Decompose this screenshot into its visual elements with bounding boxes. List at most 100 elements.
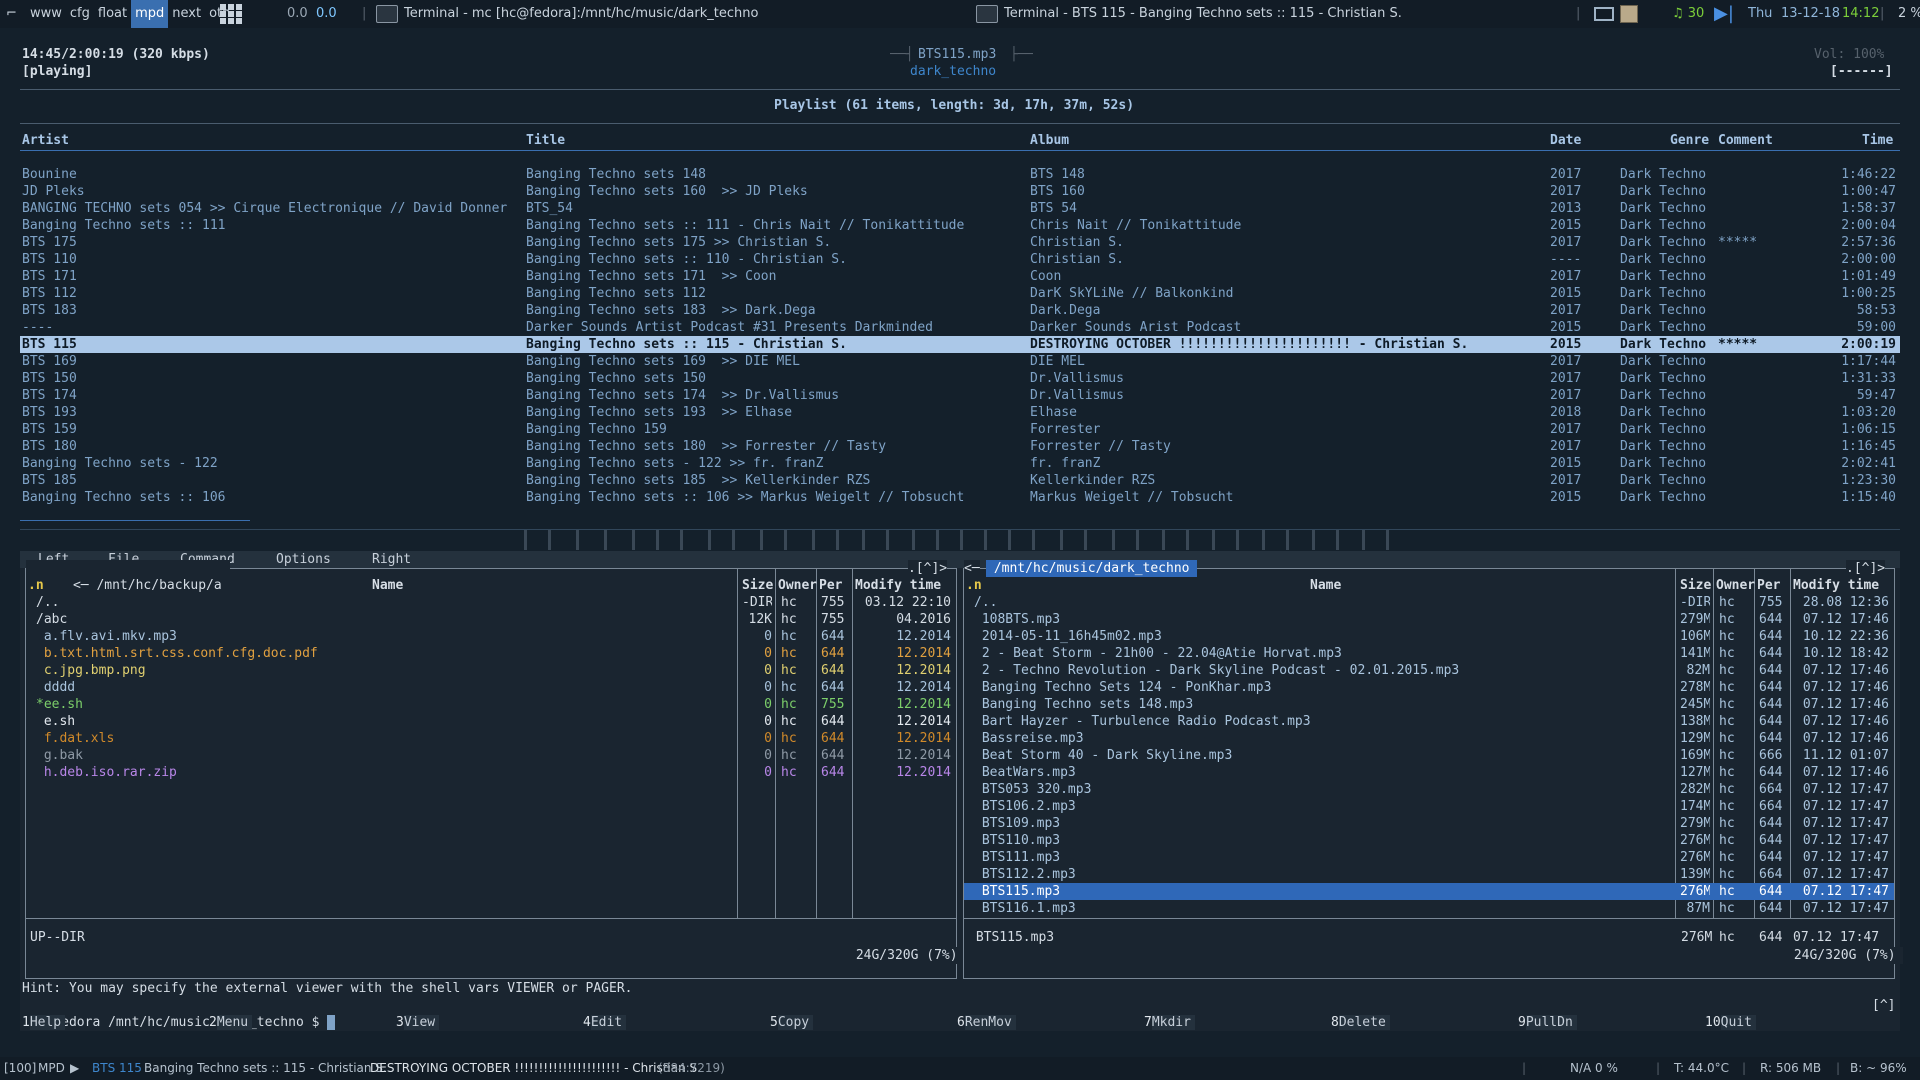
sort-indicator[interactable]: .n	[966, 577, 982, 594]
workspace-www[interactable]: www	[26, 0, 66, 28]
col-date[interactable]: Date	[1550, 132, 1581, 149]
file-row[interactable]: /.. -DIR hc 755 03.12 22:10	[26, 594, 956, 611]
left-panel[interactable]: <─ /mnt/hc/backup/a .[^]> .n Name Size O…	[25, 560, 966, 979]
workspace-next[interactable]: next	[168, 0, 205, 28]
playlist-row[interactable]: Banging Techno sets :: 111 Banging Techno…	[20, 217, 1900, 234]
next-track-icon[interactable]: ▶|	[1714, 0, 1734, 28]
playlist-row[interactable]: Banging Techno sets - 122 Banging Techno …	[20, 455, 1900, 472]
file-row[interactable]: /.. -DIR hc 755 28.08 12:36	[964, 594, 1894, 611]
ncmpcpp-window[interactable]: 14:45/2:00:19 (320 kbps) ──┤ BTS115.mp3 …	[20, 46, 1900, 530]
playlist-row[interactable]: BANGING TECHNO sets 054 >> Cirque Electr…	[20, 200, 1900, 217]
col-size[interactable]: Size	[1680, 577, 1711, 594]
col-artist[interactable]: Artist	[22, 132, 69, 149]
file-row[interactable]: dddd 0 hc 644 12.2014	[26, 679, 956, 696]
col-title[interactable]: Title	[526, 132, 565, 149]
right-panel[interactable]: <─ /mnt/hc/music/dark_techno .[^]> .n Na…	[963, 560, 1904, 979]
file-row[interactable]: BTS115.mp3 276M hc 644 07.12 17:47	[964, 883, 1894, 900]
playlist-row[interactable]: BTS 175 Banging Techno sets 175 >> Christ…	[20, 234, 1900, 251]
file-row[interactable]: Banging Techno sets 148.mp3 245M hc 644 07.1…	[964, 696, 1894, 713]
mc-window[interactable]: LeftFileCommandOptionsRight <─ /mnt/hc/b…	[20, 551, 1904, 1031]
fkey-renmov[interactable]: 6RenMov	[957, 1014, 1016, 1031]
file-row[interactable]: c.jpg.bmp.png 0 hc 644 12.2014	[26, 662, 956, 679]
col-owner[interactable]: Owner	[778, 577, 817, 594]
clipboard-icon[interactable]	[1620, 0, 1638, 28]
fkey-copy[interactable]: 5Copy	[770, 1014, 814, 1031]
col-album[interactable]: Album	[1030, 132, 1069, 149]
playlist-row[interactable]: BTS 171 Banging Techno sets 171 >> Coon Co…	[20, 268, 1900, 285]
col-perm[interactable]: Per	[819, 577, 842, 594]
fkey-help[interactable]: 1Help	[22, 1014, 66, 1031]
right-panel-path[interactable]: /mnt/hc/music/dark_techno	[986, 560, 1198, 577]
mc-menu-right[interactable]: Right	[372, 551, 411, 568]
file-row[interactable]: f.dat.xls 0 hc 644 12.2014	[26, 730, 956, 747]
col-perm[interactable]: Per	[1757, 577, 1780, 594]
sort-indicator[interactable]: .n	[28, 577, 44, 594]
fkey-delete[interactable]: 8Delete	[1331, 1014, 1390, 1031]
file-row[interactable]: /abc 12K hc 755 04.2016	[26, 611, 956, 628]
playlist-row[interactable]: BTS 159 Banging Techno 159 Forrester 2017 Da…	[20, 421, 1900, 438]
file-row[interactable]: 2 - Beat Storm - 21h00 - 22.04@Atie Horv…	[964, 645, 1894, 662]
play-icon[interactable]: ▶	[70, 1057, 79, 1080]
playlist-row[interactable]: BTS 115 Banging Techno sets :: 115 - Chri…	[20, 336, 1900, 353]
file-row[interactable]: BTS116.1.mp3 87M hc 644 07.12 17:47	[964, 900, 1894, 917]
file-row[interactable]: 2 - Techno Revolution - Dark Skyline Pod…	[964, 662, 1894, 679]
file-row[interactable]: BTS111.mp3 276M hc 644 07.12 17:47	[964, 849, 1894, 866]
file-row[interactable]: *ee.sh 0 hc 755 12.2014	[26, 696, 956, 713]
col-name[interactable]: Name	[372, 577, 403, 594]
taskbar-window-ncmpcpp[interactable]: Terminal - BTS 115 - Banging Techno sets…	[976, 0, 1402, 28]
file-row[interactable]: Bassreise.mp3 129M hc 644 07.12 17:46	[964, 730, 1894, 747]
col-comment[interactable]: Comment	[1718, 132, 1773, 149]
playlist-row[interactable]: BTS 150 Banging Techno sets 150 Dr.Vallism…	[20, 370, 1900, 387]
network-icon[interactable]	[1594, 0, 1614, 28]
playlist-row[interactable]: BTS 169 Banging Techno sets 169 >> DIE ME…	[20, 353, 1900, 370]
playlist-row[interactable]: BTS 174 Banging Techno sets 174 >> Dr.Val…	[20, 387, 1900, 404]
fkey-quit[interactable]: 10Quit	[1705, 1014, 1756, 1031]
file-row[interactable]: g.bak 0 hc 644 12.2014	[26, 747, 956, 764]
workspace-float[interactable]: float	[94, 0, 131, 28]
file-row[interactable]: BTS112.2.mp3 139M hc 664 07.12 17:47	[964, 866, 1894, 883]
file-row[interactable]: h.deb.iso.rar.zip 0 hc 644 12.2014	[26, 764, 956, 781]
file-row[interactable]: BTS053 320.mp3 282M hc 664 07.12 17:47	[964, 781, 1894, 798]
file-row[interactable]: Banging Techno Sets 124 - PonKhar.mp3 278…	[964, 679, 1894, 696]
file-row[interactable]: b.txt.html.srt.css.conf.cfg.doc.pdf 0 hc 64…	[26, 645, 956, 662]
fkey-view[interactable]: 3View	[396, 1014, 440, 1031]
workspace-mpd[interactable]: mpd	[131, 0, 169, 28]
workspace-cfg[interactable]: cfg	[66, 0, 94, 28]
playlist-row[interactable]: ---- Darker Sounds Artist Podcast #31 Pre…	[20, 319, 1900, 336]
playlist-row[interactable]: Bounine Banging Techno sets 148 BTS 148 201…	[20, 166, 1900, 183]
taskbar-window-mc[interactable]: Terminal - mc [hc@fedora]:/mnt/hc/music/…	[376, 0, 758, 28]
file-row[interactable]: 108BTS.mp3 279M hc 644 07.12 17:46	[964, 611, 1894, 628]
left-panel-path[interactable]: <─ /mnt/hc/backup/a	[26, 560, 230, 594]
playlist-row[interactable]: BTS 183 Banging Techno sets 183 >> Dark.D…	[20, 302, 1900, 319]
file-row[interactable]: Beat Storm 40 - Dark Skyline.mp3 169M hc 66…	[964, 747, 1894, 764]
fkey-pulldn[interactable]: 9PullDn	[1518, 1014, 1577, 1031]
col-genre[interactable]: Genre	[1670, 132, 1709, 149]
col-size[interactable]: Size	[742, 577, 773, 594]
playlist-row[interactable]: BTS 185 Banging Techno sets 185 >> Keller…	[20, 472, 1900, 489]
fkey-edit[interactable]: 4Edit	[583, 1014, 627, 1031]
mc-menu-options[interactable]: Options	[276, 551, 331, 568]
file-row[interactable]: BTS109.mp3 279M hc 644 07.12 17:47	[964, 815, 1894, 832]
apps-grid-icon[interactable]	[220, 0, 242, 28]
col-mtime[interactable]: Modify time	[1793, 577, 1879, 594]
file-row[interactable]: BTS110.mp3 276M hc 644 07.12 17:47	[964, 832, 1894, 849]
col-mtime[interactable]: Modify time	[855, 577, 941, 594]
playlist-row[interactable]: BTS 110 Banging Techno sets :: 110 - Chri…	[20, 251, 1900, 268]
mpd-label[interactable]: MPD	[38, 1057, 65, 1080]
file-row[interactable]: 2014-05-11_16h45m02.mp3 106M hc 644 10.12 22…	[964, 628, 1894, 645]
playlist-row[interactable]: JD Pleks Banging Techno sets 160 >> JD Pl…	[20, 183, 1900, 200]
file-row[interactable]: a.flv.avi.mkv.mp3 0 hc 644 12.2014	[26, 628, 956, 645]
col-owner[interactable]: Owner	[1716, 577, 1755, 594]
fkey-mkdir[interactable]: 7Mkdir	[1144, 1014, 1195, 1031]
playlist-row[interactable]: BTS 180 Banging Techno sets 180 >> Forres…	[20, 438, 1900, 455]
file-row[interactable]: BeatWars.mp3 127M hc 644 07.12 17:46	[964, 764, 1894, 781]
col-name[interactable]: Name	[1310, 577, 1341, 594]
file-row[interactable]: Bart Hayzer - Turbulence Radio Podcast.m…	[964, 713, 1894, 730]
volume-indicator[interactable]: ♫ 30	[1672, 0, 1704, 28]
file-row[interactable]: BTS106.2.mp3 174M hc 664 07.12 17:47	[964, 798, 1894, 815]
menu-icon[interactable]: ⌐	[6, 0, 17, 28]
col-time[interactable]: Time	[1862, 132, 1893, 149]
fkey-menu[interactable]: 2Menu	[209, 1014, 253, 1031]
playlist-row[interactable]: BTS 193 Banging Techno sets 193 >> Elhase…	[20, 404, 1900, 421]
playlist-row[interactable]: BTS 112 Banging Techno sets 112 DarK SkYLi…	[20, 285, 1900, 302]
